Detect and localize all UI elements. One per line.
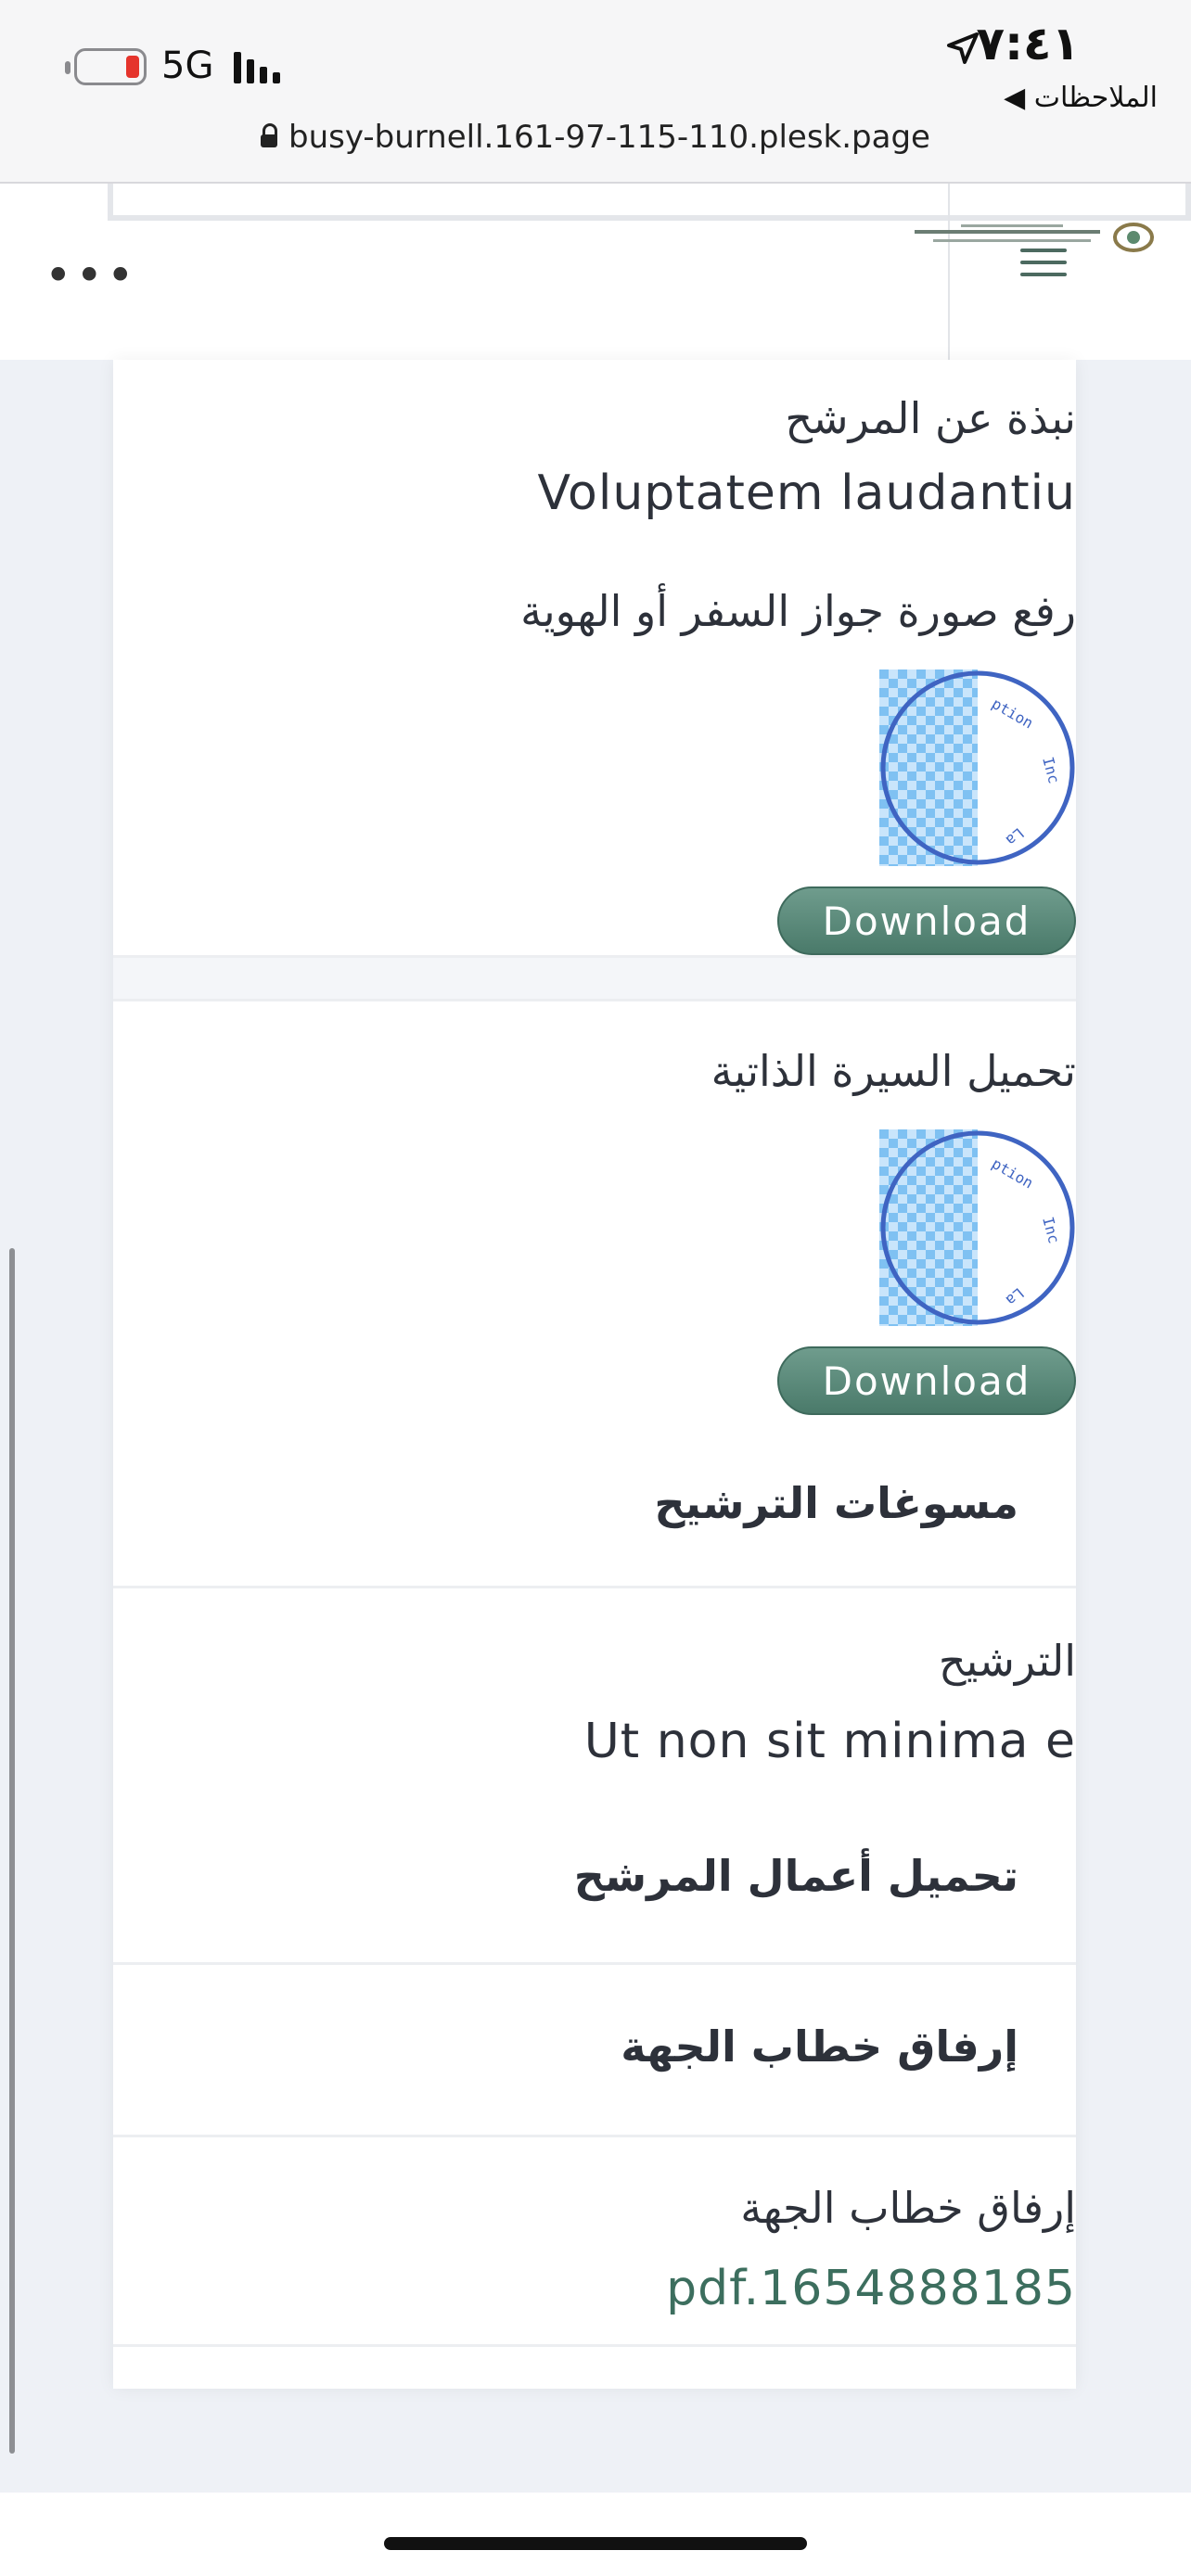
network-type: 5G bbox=[161, 45, 214, 87]
cv-image-thumbnail[interactable]: ption Inc La bbox=[879, 1129, 1076, 1326]
header-strip bbox=[108, 184, 1191, 221]
battery-icon bbox=[74, 48, 147, 85]
svg-text:Inc: Inc bbox=[1039, 755, 1063, 785]
entity-letter-label: إرفاق خطاب الجهة bbox=[740, 2183, 1076, 2233]
candidate-works-heading: تحميل أعمال المرشح bbox=[573, 1851, 1018, 1901]
passport-upload-label: رفع صورة جواز السفر أو الهوية bbox=[520, 586, 1076, 636]
svg-text:ption: ption bbox=[989, 1154, 1036, 1192]
location-arrow-icon bbox=[947, 32, 979, 64]
svg-text:La: La bbox=[1003, 1284, 1028, 1309]
nomination-label: الترشيح bbox=[938, 1636, 1076, 1686]
menu-hamburger-icon[interactable] bbox=[1020, 249, 1067, 286]
candidate-details-card: نبذة عن المرشح Voluptatem laudantiu رفع … bbox=[113, 360, 1076, 2389]
nomination-value: Ut non sit minima e bbox=[583, 1714, 1076, 1769]
passport-image-thumbnail[interactable]: ption Inc La bbox=[879, 670, 1076, 866]
cv-upload-label: تحميل السيرة الذاتية bbox=[711, 1046, 1076, 1096]
about-candidate-value: Voluptatem laudantiu bbox=[537, 465, 1076, 521]
divider bbox=[113, 2135, 1076, 2137]
more-options-button[interactable]: ••• bbox=[45, 249, 137, 302]
divider bbox=[113, 1962, 1076, 1965]
cv-download-button[interactable]: Download bbox=[777, 1346, 1076, 1415]
status-time: ٧:٤١ bbox=[976, 17, 1080, 70]
address-bar[interactable]: busy-burnell.161-97-115-110.plesk.page bbox=[0, 119, 1191, 156]
signal-icon bbox=[234, 52, 280, 83]
url-text: busy-burnell.161-97-115-110.plesk.page bbox=[288, 119, 930, 156]
divider bbox=[113, 999, 1076, 1001]
about-candidate-label: نبذة عن المرشح bbox=[785, 393, 1076, 443]
svg-text:ption: ption bbox=[989, 695, 1036, 733]
header-divider bbox=[948, 184, 950, 360]
status-bar: 5G ٧:٤١ ◀ الملاحظات busy-burnell.161-97-… bbox=[0, 0, 1191, 184]
divider bbox=[113, 1586, 1076, 1588]
bottom-safe-area bbox=[0, 2493, 1191, 2576]
entity-letter-heading: إرفاق خطاب الجهة bbox=[621, 2021, 1018, 2072]
page-scrollbar[interactable] bbox=[9, 1248, 15, 2454]
passport-download-button[interactable]: Download bbox=[777, 886, 1076, 955]
back-to-app-link[interactable]: ◀ الملاحظات bbox=[1004, 82, 1158, 114]
divider bbox=[113, 2344, 1076, 2347]
svg-text:La: La bbox=[1003, 824, 1028, 849]
svg-text:Inc: Inc bbox=[1039, 1215, 1063, 1245]
battery-tip bbox=[65, 61, 70, 74]
nomination-justifications-heading: مسوغات الترشيح bbox=[654, 1478, 1018, 1528]
lock-icon bbox=[261, 123, 278, 147]
home-indicator[interactable] bbox=[384, 2537, 807, 2550]
entity-letter-file-link[interactable]: pdf.1654888185 bbox=[666, 2261, 1076, 2316]
section-gap bbox=[113, 958, 1076, 999]
